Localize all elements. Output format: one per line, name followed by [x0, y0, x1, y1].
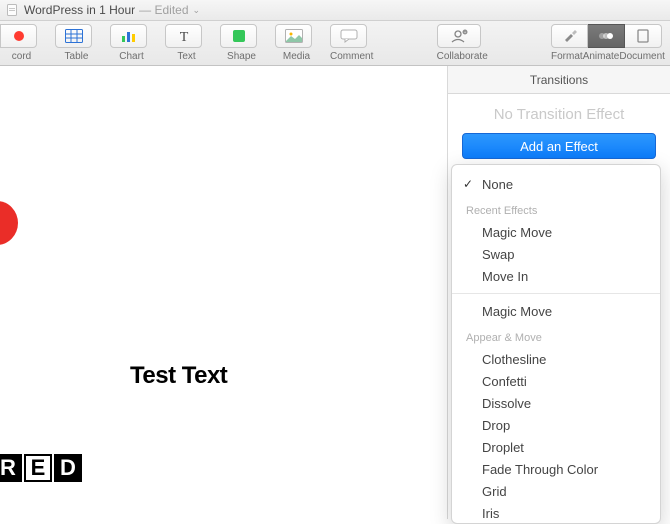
menu-magic-move[interactable]: Magic Move — [452, 300, 660, 322]
menu-fade-through-color[interactable]: Fade Through Color — [452, 458, 660, 480]
text-button[interactable]: T Text — [165, 24, 208, 62]
animate-tab[interactable] — [588, 24, 625, 48]
red-circle-shape[interactable] — [0, 201, 18, 245]
letter-d: D — [54, 454, 82, 482]
menu-grid[interactable]: Grid — [452, 480, 660, 502]
titlebar: WordPress in 1 Hour — Edited ⌄ — [0, 0, 670, 21]
table-icon — [65, 29, 83, 43]
shape-button[interactable]: Shape — [220, 24, 263, 62]
collaborate-button[interactable]: + Collaborate — [437, 24, 488, 62]
doc-icon — [6, 4, 18, 16]
add-effect-button[interactable]: Add an Effect — [462, 133, 656, 159]
separator — [452, 293, 660, 294]
appear-move-header: Appear & Move — [452, 322, 660, 348]
doc-edited: — Edited — [139, 3, 188, 17]
menu-dissolve[interactable]: Dissolve — [452, 392, 660, 414]
menu-recent-1[interactable]: Swap — [452, 243, 660, 265]
menu-drop[interactable]: Drop — [452, 414, 660, 436]
menu-clothesline[interactable]: Clothesline — [452, 348, 660, 370]
letter-e: E — [24, 454, 52, 482]
inspector-tab-transitions[interactable]: Transitions — [448, 66, 670, 94]
chart-icon — [120, 29, 138, 43]
text-icon: T — [176, 29, 192, 43]
menu-droplet[interactable]: Droplet — [452, 436, 660, 458]
menu-iris[interactable]: Iris — [452, 502, 660, 524]
document-tab[interactable] — [625, 24, 662, 48]
record-button[interactable]: cord — [0, 24, 43, 62]
menu-none[interactable]: ✓ None — [452, 173, 660, 195]
brush-icon — [562, 29, 578, 43]
comment-icon — [340, 29, 358, 43]
comment-button[interactable]: Comment — [330, 24, 373, 62]
doc-title: WordPress in 1 Hour — [24, 3, 135, 17]
menu-confetti[interactable]: Confetti — [452, 370, 660, 392]
effects-popover: ✓ None Recent Effects Magic Move Swap Mo… — [451, 164, 661, 524]
test-text[interactable]: Test Text — [130, 362, 227, 390]
animate-icon — [597, 29, 615, 43]
shape-icon — [231, 29, 247, 43]
slide-canvas[interactable]: Test Text R E D — [0, 66, 447, 519]
svg-text:T: T — [179, 30, 188, 43]
format-tab[interactable] — [551, 24, 588, 48]
wired-logo[interactable]: R E D — [0, 454, 84, 482]
toolbar: cord Table Chart T Text Shape Media — [0, 21, 670, 66]
menu-recent-0[interactable]: Magic Move — [452, 221, 660, 243]
menu-recent-2[interactable]: Move In — [452, 265, 660, 287]
recent-effects-header: Recent Effects — [452, 195, 660, 221]
letter-r: R — [0, 454, 22, 482]
check-icon: ✓ — [463, 177, 473, 191]
document-icon — [636, 29, 650, 43]
no-transition-label: No Transition Effect — [448, 94, 670, 133]
inspector-tabs: Format Animate Document — [551, 24, 662, 62]
chart-button[interactable]: Chart — [110, 24, 153, 62]
table-button[interactable]: Table — [55, 24, 98, 62]
collaborate-icon: + — [449, 29, 469, 43]
media-button[interactable]: Media — [275, 24, 318, 62]
media-icon — [285, 29, 303, 43]
chevron-down-icon[interactable]: ⌄ — [193, 5, 201, 16]
